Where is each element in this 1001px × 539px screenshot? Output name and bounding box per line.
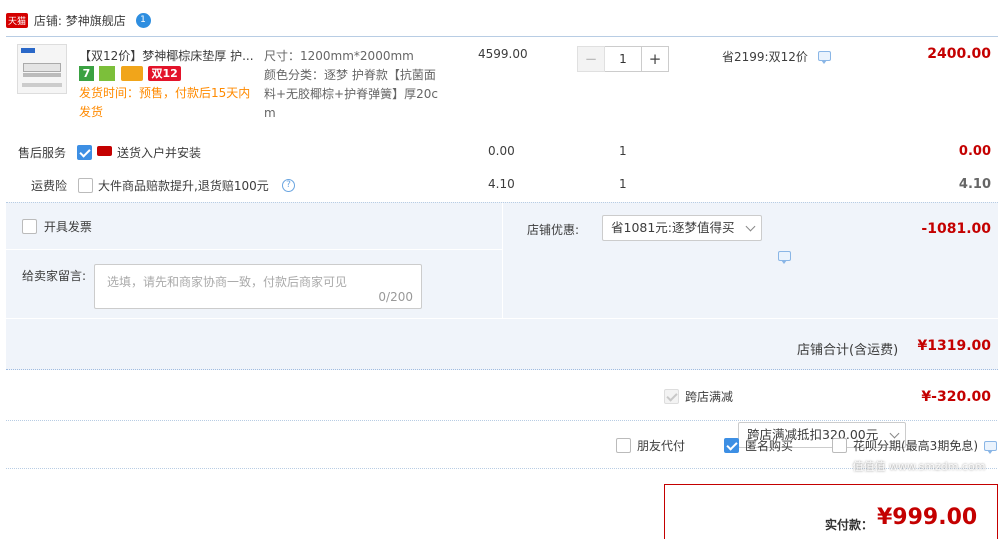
service-total: 0.00 — [958, 144, 991, 159]
huabei-option[interactable]: 花呗分期(最高3期免息) — [832, 437, 997, 454]
invoice-label: 开具发票 — [43, 220, 92, 234]
service-price: 0.00 — [488, 144, 515, 158]
service-row-freight-insurance: 运费险 大件商品赔款提升,退货赔100元 ? 4.10 1 4.10 — [0, 173, 1001, 197]
cross-shop-label: 跨店满减 — [685, 389, 734, 404]
invoice-checkbox[interactable] — [22, 219, 37, 234]
product-thumbnail[interactable] — [17, 44, 67, 94]
seller-message-input[interactable]: 选填，请先和商家协商一致，付款后商家可见 0/200 — [94, 264, 422, 309]
chevron-down-icon — [745, 221, 756, 232]
service-label: 售后服务 — [18, 146, 67, 160]
huabei-tip-icon[interactable] — [984, 440, 997, 454]
service-name: 大件商品赔款提升,退货赔100元 — [98, 179, 269, 193]
shop-total-label: 店铺合计(含运费) — [797, 343, 899, 358]
credit-card-badge-icon — [120, 66, 143, 81]
discount-tip-icon[interactable] — [817, 51, 831, 64]
anonymous-option[interactable]: 匿名购买 — [724, 437, 793, 454]
panel-divider-total — [6, 318, 998, 319]
quantity-plus-button[interactable]: + — [641, 46, 669, 72]
service-row-installation: 售后服务 送货入户并安装 0.00 1 0.00 — [0, 140, 1001, 164]
pay-amount: ¥999.00 — [877, 505, 978, 530]
ship-time-note: 发货时间：预售，付款后15天内发货 — [79, 86, 251, 119]
seller-message-label: 给卖家留言: — [22, 269, 87, 283]
anonymous-checkbox[interactable] — [724, 438, 739, 453]
product-badges: 7 双12 — [79, 66, 181, 82]
freight-insurance-checkbox[interactable] — [78, 178, 93, 193]
quantity-stepper: − 1 + — [577, 46, 669, 72]
invoice-option[interactable]: 开具发票 — [22, 218, 92, 235]
installation-checkbox[interactable] — [77, 145, 92, 160]
seven-day-return-badge: 7 — [79, 66, 94, 81]
huabei-label: 花呗分期(最高3期免息) — [853, 439, 978, 453]
shop-name-link[interactable]: 店铺: 梦神旗舰店 — [34, 14, 126, 28]
huabei-checkbox[interactable] — [832, 438, 847, 453]
product-discount-label: 省2199:双12价 — [722, 50, 808, 64]
panel-divider-horizontal — [6, 249, 502, 250]
shop-total-amount: ¥1319.00 — [917, 338, 991, 354]
shop-header: 天猫 店铺: 梦神旗舰店 1 — [6, 12, 151, 29]
quantity-input[interactable]: 1 — [605, 46, 641, 72]
delivery-truck-icon — [97, 146, 112, 156]
shop-discount-amount: -1081.00 — [921, 221, 991, 237]
wangwang-chat-icon[interactable]: 1 — [135, 13, 151, 28]
product-subtotal: 2400.00 — [927, 46, 991, 62]
seller-message-placeholder: 选填，请先和商家协商一致，付款后商家可见 — [107, 275, 348, 289]
friend-pay-checkbox[interactable] — [616, 438, 631, 453]
service-price: 4.10 — [488, 177, 515, 191]
service-qty: 1 — [619, 177, 627, 191]
friend-pay-option[interactable]: 朋友代付 — [616, 437, 685, 454]
watermark-text: 值值值 www.smzdm.com — [852, 460, 986, 473]
service-label: 运费险 — [31, 179, 68, 193]
cross-shop-row: 跨店满减 — [664, 382, 733, 410]
divider — [6, 420, 997, 421]
panel-divider-vertical — [502, 203, 503, 319]
pay-label: 实付款： — [825, 518, 874, 532]
cross-shop-checkbox — [664, 388, 679, 404]
seller-message-counter: 0/200 — [378, 290, 413, 304]
anonymous-label: 匿名购买 — [745, 439, 794, 453]
insurance-badge-icon — [98, 66, 115, 81]
shop-discount-selected: 省1081元:逐梦值得买 — [611, 220, 735, 235]
cross-shop-amount: ¥-320.00 — [921, 389, 991, 405]
spec-size: 尺寸：1200mm*2000mm — [264, 49, 414, 63]
service-qty: 1 — [619, 144, 627, 158]
double12-badge: 双12 — [148, 66, 181, 81]
tmall-badge: 天猫 — [6, 13, 29, 28]
friend-pay-label: 朋友代付 — [637, 439, 686, 453]
pay-summary-box: 实付款： ¥999.00 — [664, 484, 998, 539]
site-watermark: 值值值 www.smzdm.com — [844, 458, 994, 474]
help-icon[interactable]: ? — [282, 179, 295, 192]
service-name: 送货入户并安装 — [117, 146, 202, 160]
product-discount-note: 省2199:双12价 — [722, 48, 831, 65]
shop-discount-select[interactable]: 省1081元:逐梦值得买 — [602, 215, 762, 241]
quantity-minus-button[interactable]: − — [577, 46, 605, 72]
product-title-link[interactable]: 【双12价】梦神椰棕床垫厚 护... — [79, 47, 257, 64]
spec-color: 颜色分类：逐梦 护脊款【抗菌面料+无胶椰棕+护脊弹簧】厚20cm — [264, 68, 438, 120]
shop-discount-label: 店铺优惠: — [527, 223, 580, 237]
unit-price: 4599.00 — [478, 47, 528, 61]
shop-discount-tip-icon[interactable] — [778, 251, 791, 264]
service-total: 4.10 — [958, 177, 991, 192]
